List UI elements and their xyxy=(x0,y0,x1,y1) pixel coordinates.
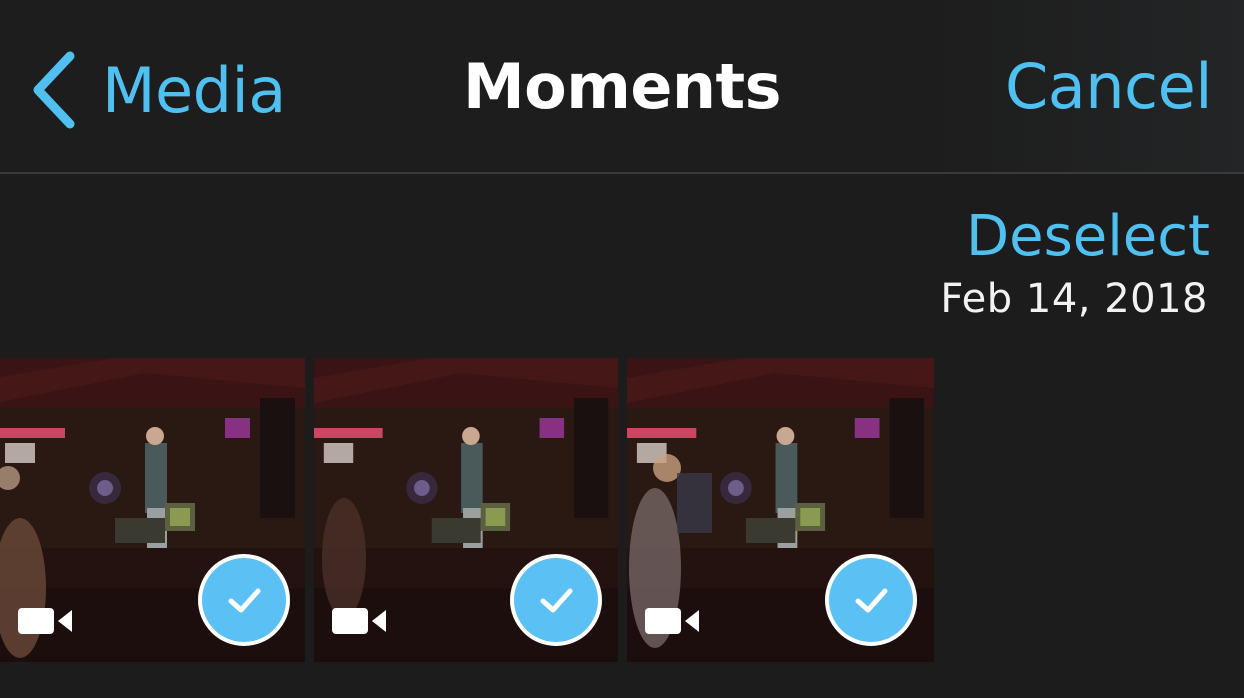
deselect-button[interactable]: Deselect xyxy=(966,204,1210,269)
video-thumbnail[interactable] xyxy=(627,358,934,662)
media-picker-screen: Media Moments Cancel Deselect Feb 14, 20… xyxy=(0,0,1244,698)
checkmark-icon xyxy=(540,588,573,613)
selected-checkmark-badge xyxy=(198,554,290,646)
selected-checkmark-badge xyxy=(825,554,917,646)
navbar-divider xyxy=(0,172,1244,174)
video-camera-icon xyxy=(18,608,72,634)
video-camera-icon xyxy=(332,608,386,634)
checkmark-icon xyxy=(228,588,261,613)
video-thumbnail[interactable] xyxy=(0,358,305,662)
section-date-label: Feb 14, 2018 xyxy=(940,276,1208,322)
navigation-bar: Media Moments Cancel xyxy=(0,0,1244,172)
video-camera-icon xyxy=(645,608,699,634)
cancel-button[interactable]: Cancel xyxy=(1005,50,1213,123)
selected-checkmark-badge xyxy=(510,554,602,646)
video-thumbnail[interactable] xyxy=(314,358,618,662)
checkmark-icon xyxy=(855,588,888,613)
